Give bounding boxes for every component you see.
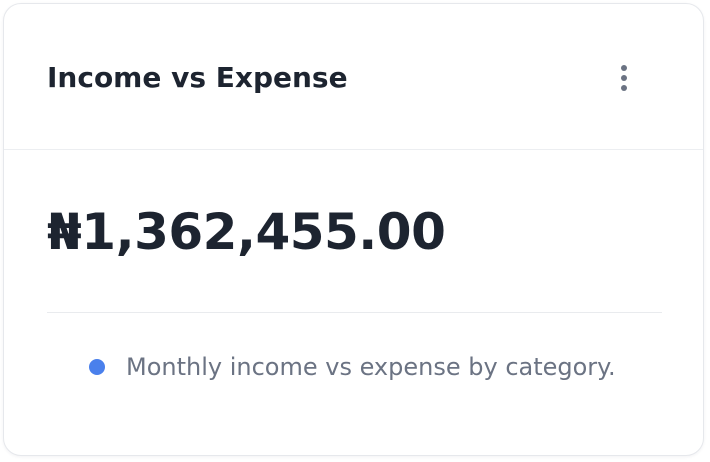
vertical-ellipsis-icon bbox=[621, 65, 627, 91]
income-expense-card: Income vs Expense ₦1,362,455.00 Monthly … bbox=[3, 3, 704, 456]
card-title: Income vs Expense bbox=[47, 61, 348, 94]
more-options-button[interactable] bbox=[602, 56, 646, 100]
legend-label: Monthly income vs expense by category. bbox=[126, 353, 616, 381]
card-header: Income vs Expense bbox=[4, 4, 703, 150]
legend: Monthly income vs expense by category. bbox=[89, 347, 616, 387]
total-amount: ₦1,362,455.00 bbox=[47, 203, 446, 261]
legend-dot-icon bbox=[89, 359, 105, 375]
divider bbox=[47, 312, 662, 313]
